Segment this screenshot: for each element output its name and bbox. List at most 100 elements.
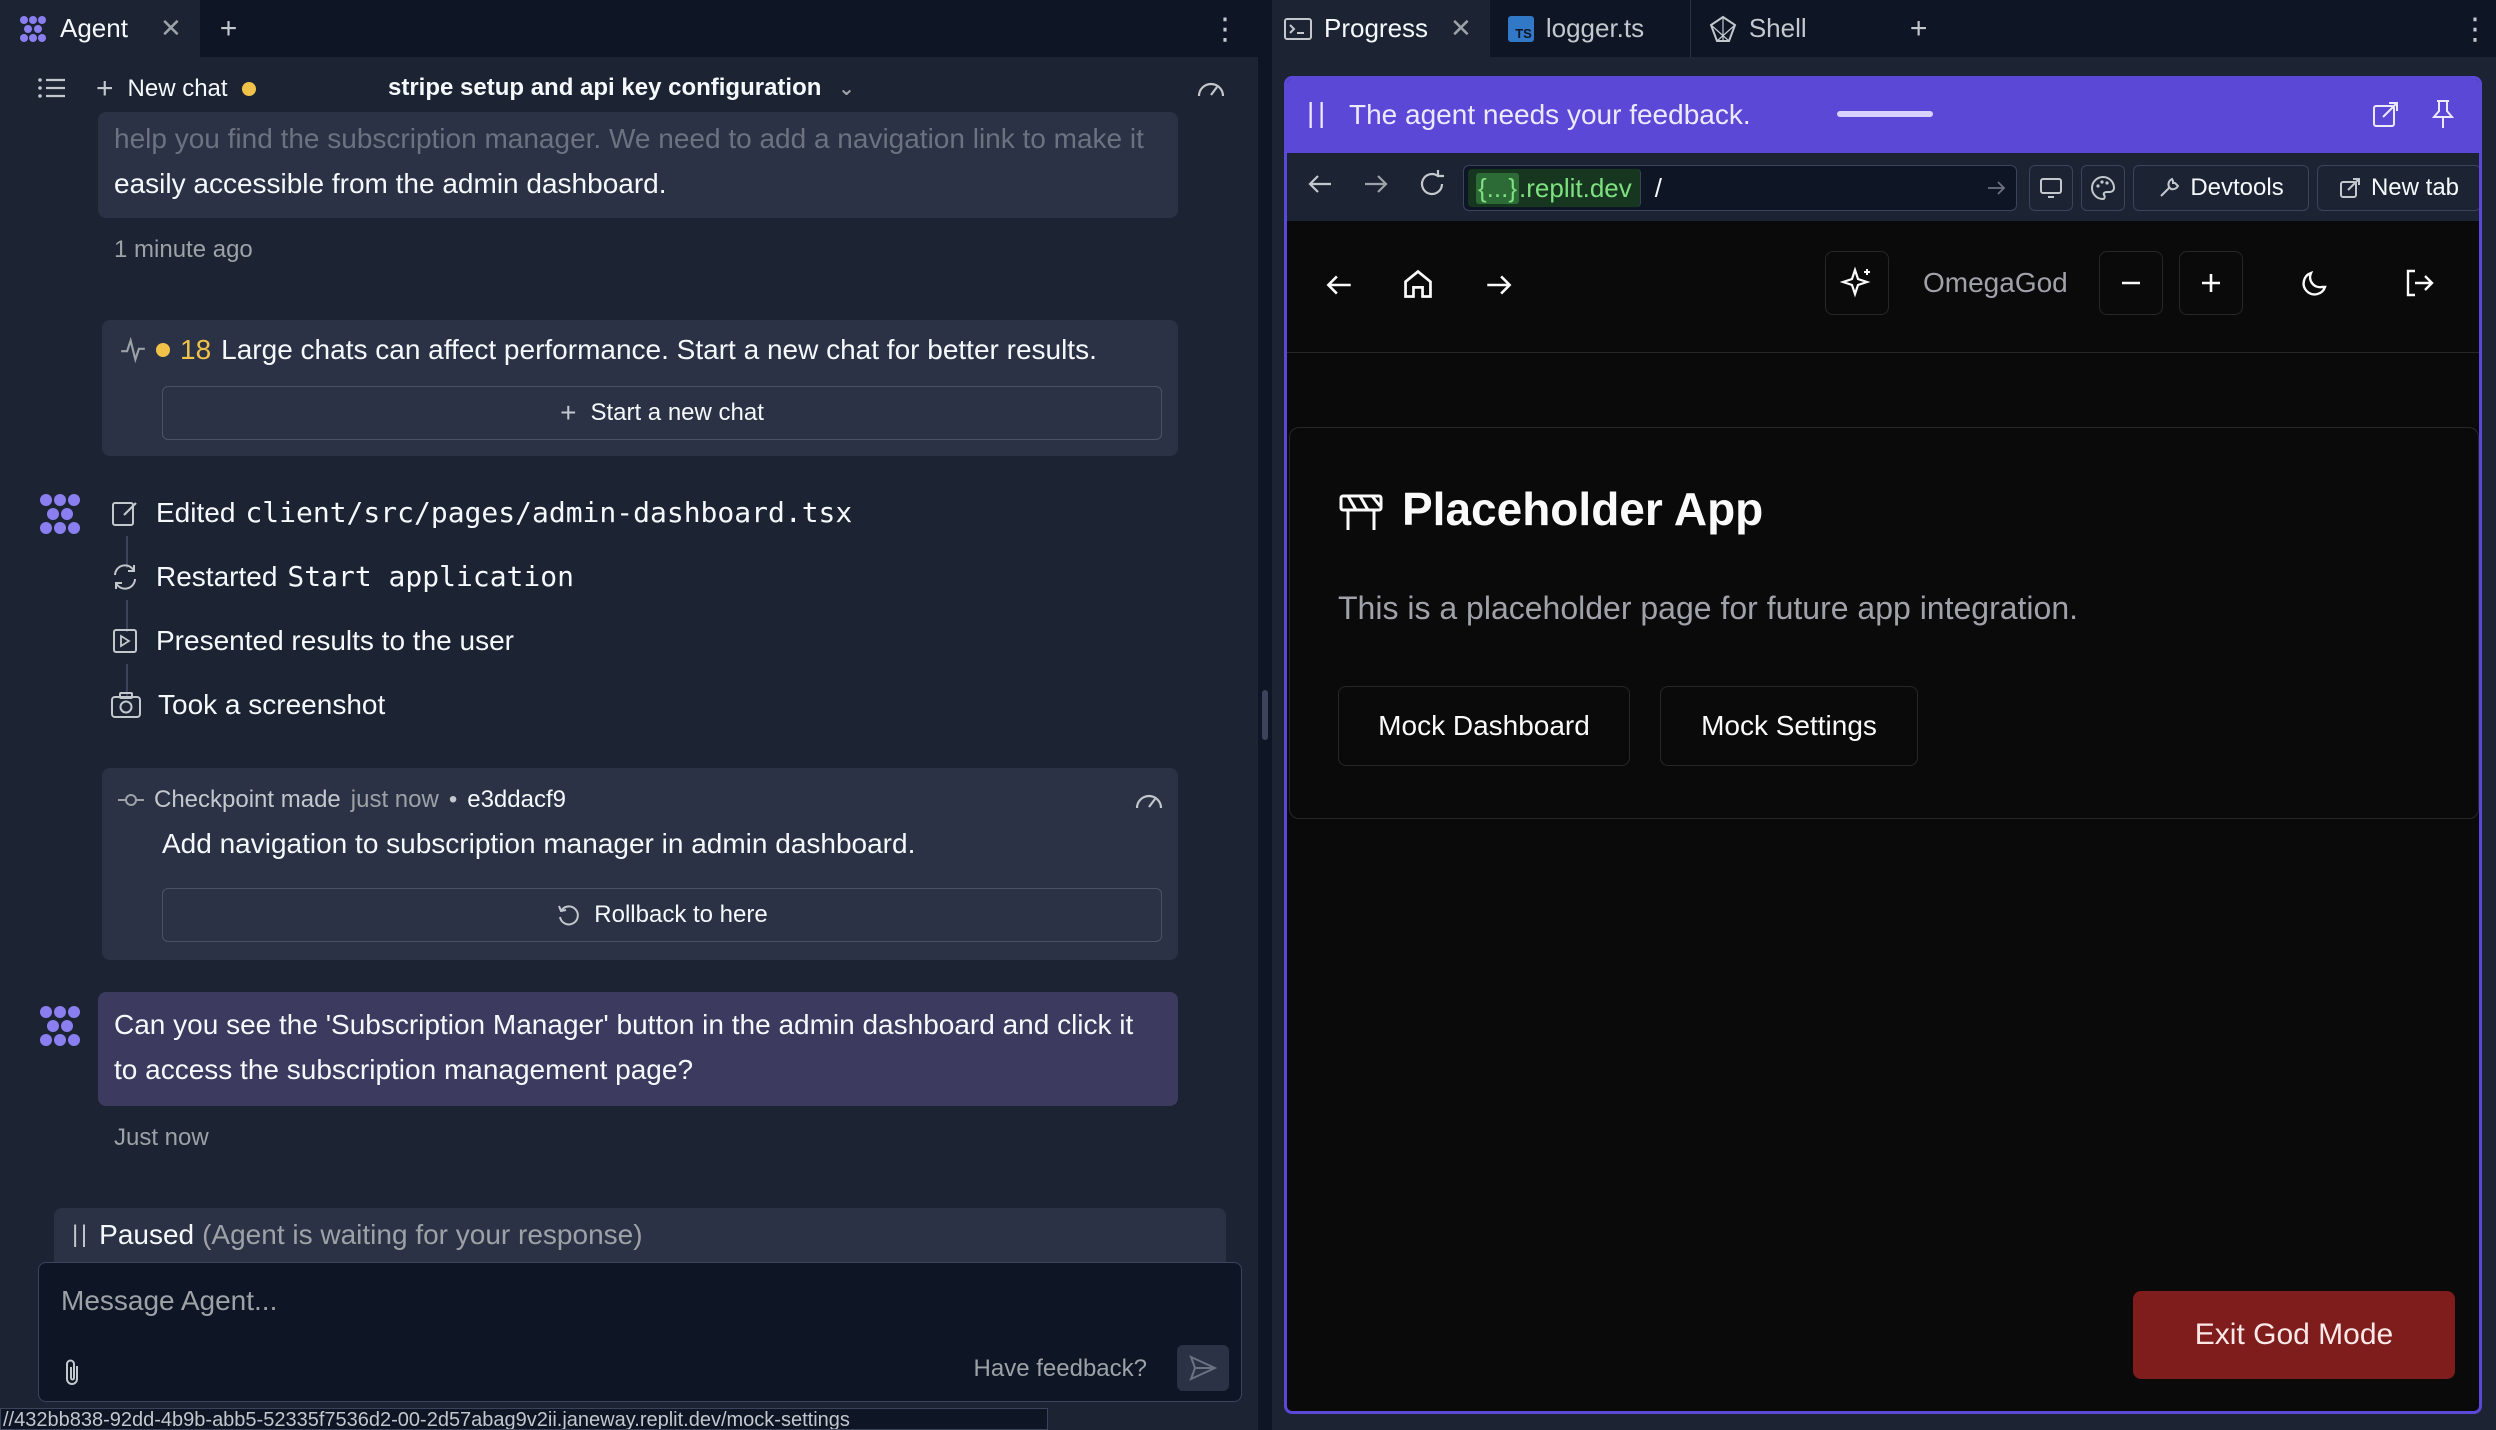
reload-icon[interactable] (1417, 169, 1447, 199)
tab-shell[interactable]: Shell (1689, 0, 1890, 58)
add-tab-button[interactable]: + (200, 12, 258, 46)
home-icon[interactable] (1401, 267, 1435, 301)
chevron-down-icon: ⌄ (838, 78, 855, 100)
checkpoint-card: Checkpoint made just now • e3ddacf9 Add … (102, 768, 1178, 960)
open-external-icon[interactable] (2371, 101, 2399, 129)
construction-icon (1339, 494, 1383, 530)
close-tab-icon[interactable]: ✕ (160, 13, 182, 44)
close-tab-icon[interactable]: ✕ (1450, 13, 1472, 44)
pause-icon: | | (1307, 97, 1325, 128)
action-verb: Edited (156, 496, 236, 528)
devtools-button[interactable]: Devtools (2133, 165, 2309, 211)
new-tab-label: New tab (2370, 174, 2460, 201)
action-restarted[interactable]: Restarted Start application (110, 560, 574, 593)
message-composer[interactable]: Message Agent... Have feedback? (38, 1262, 1242, 1402)
logout-button[interactable] (2387, 251, 2451, 315)
pin-icon[interactable] (2431, 99, 2455, 129)
agent-tab-bar: Agent ✕ + ⋮ (0, 0, 1258, 58)
zoom-out-button[interactable] (2099, 251, 2163, 315)
tab-logger[interactable]: TS logger.ts (1490, 0, 1690, 58)
forward-arrow-icon[interactable] (1361, 169, 1391, 199)
agent-message: help you find the subscription manager. … (98, 112, 1178, 218)
more-options-icon[interactable]: ⋮ (1210, 12, 1240, 47)
mock-dashboard-button[interactable]: Mock Dashboard (1338, 686, 1630, 766)
app-forward-icon[interactable] (1483, 269, 1515, 301)
action-screenshot[interactable]: Took a screenshot (110, 689, 385, 721)
present-icon (113, 629, 137, 653)
mock-settings-button[interactable]: Mock Settings (1660, 686, 1918, 766)
message-timestamp: Just now (114, 1124, 209, 1151)
sparkle-icon (1840, 266, 1871, 298)
warning-text: Large chats can affect performance. Star… (221, 334, 1097, 365)
new-chat-label: New chat (127, 75, 228, 102)
device-view-button[interactable] (2029, 165, 2073, 211)
url-host-domain: .replit.dev (1519, 172, 1632, 203)
action-edited[interactable]: Edited client/src/pages/admin-dashboard.… (110, 496, 852, 529)
app-back-icon[interactable] (1323, 269, 1355, 301)
agent-message-line: help you find the subscription manager. … (114, 123, 1144, 154)
palette-icon (2091, 175, 2116, 201)
attach-icon[interactable] (59, 1357, 85, 1387)
start-new-chat-button[interactable]: + Start a new chat (162, 386, 1162, 440)
ai-sparkle-button[interactable] (1825, 251, 1889, 315)
url-bar[interactable]: {...} .replit.dev / (1463, 165, 2017, 211)
message-timestamp: 1 minute ago (114, 236, 253, 263)
tab-agent[interactable]: Agent ✕ (0, 0, 200, 58)
logout-icon (2406, 269, 2434, 297)
add-tab-button[interactable]: + (1890, 12, 1948, 46)
drag-handle[interactable] (1837, 111, 1933, 117)
speedometer-icon[interactable] (1134, 788, 1164, 812)
new-tab-button[interactable]: New tab (2317, 165, 2479, 211)
panel-resize-handle[interactable] (1262, 690, 1268, 740)
pause-icon: | | (72, 1221, 87, 1248)
feedback-banner-text: The agent needs your feedback. (1349, 99, 1751, 130)
username: OmegaGod (1923, 267, 2068, 298)
devtools-label: Devtools (2190, 174, 2284, 201)
paused-label: Paused (99, 1219, 195, 1250)
speedometer-icon[interactable] (1196, 76, 1226, 100)
action-verb: Restarted (156, 560, 278, 592)
chat-list-icon[interactable] (38, 76, 66, 100)
paused-banner: | | Paused (Agent is waiting for your re… (54, 1208, 1226, 1262)
preview-tab-bar: Progress ✕ TS logger.ts Shell + ⋮ (1272, 0, 2496, 58)
rollback-button[interactable]: Rollback to here (162, 888, 1162, 942)
moon-icon (2302, 270, 2327, 296)
typescript-icon: TS (1507, 15, 1534, 42)
chat-title-dropdown[interactable]: stripe setup and api key configuration ⌄ (388, 74, 855, 102)
placeholder-card: Placeholder App This is a placeholder pa… (1289, 427, 2479, 819)
shell-icon (1709, 15, 1737, 42)
exit-god-mode-button[interactable]: Exit God Mode (2133, 1291, 2455, 1379)
warning-count: 18 (180, 334, 212, 365)
external-link-icon (2339, 178, 2360, 198)
go-arrow-icon[interactable] (1986, 179, 2006, 197)
rollback-label: Rollback to here (594, 901, 768, 928)
zoom-in-button[interactable] (2179, 251, 2243, 315)
theme-picker-button[interactable] (2081, 165, 2125, 211)
tab-progress[interactable]: Progress ✕ (1272, 0, 1490, 58)
action-presented[interactable]: Presented results to the user (110, 625, 514, 657)
page-description: This is a placeholder page for future ap… (1338, 590, 2079, 626)
bullet-separator: • (448, 786, 458, 813)
url-host: {...} .replit.dev (1468, 169, 1641, 207)
plus-icon (2202, 274, 2220, 292)
checkpoint-hash[interactable]: e3ddacf9 (467, 786, 566, 814)
checkpoint-label: Checkpoint made (154, 786, 341, 813)
plus-icon: + (560, 397, 577, 428)
tab-agent-label: Agent (60, 13, 128, 43)
app-header: OmegaGod (1287, 221, 2479, 353)
agent-avatar-icon (40, 494, 80, 534)
message-input[interactable]: Message Agent... (61, 1285, 277, 1317)
new-chat-button[interactable]: + New chat (96, 72, 256, 106)
page-title: Placeholder App (1402, 483, 1764, 535)
url-host-prefix: {...} (1476, 172, 1520, 204)
feedback-link[interactable]: Have feedback? (974, 1355, 1147, 1383)
more-options-icon[interactable]: ⋮ (2460, 12, 2490, 47)
dark-mode-toggle[interactable] (2283, 251, 2347, 315)
webview-frame: | | The agent needs your feedback. {...}… (1284, 76, 2482, 1414)
checkpoint-time: just now (350, 786, 439, 813)
agent-question-message: Can you see the 'Subscription Manager' b… (98, 992, 1178, 1106)
back-arrow-icon[interactable] (1305, 169, 1335, 199)
checkpoint-header: Checkpoint made just now • e3ddacf9 (118, 786, 566, 814)
action-target: Start application (287, 560, 574, 593)
send-button[interactable] (1177, 1345, 1229, 1391)
